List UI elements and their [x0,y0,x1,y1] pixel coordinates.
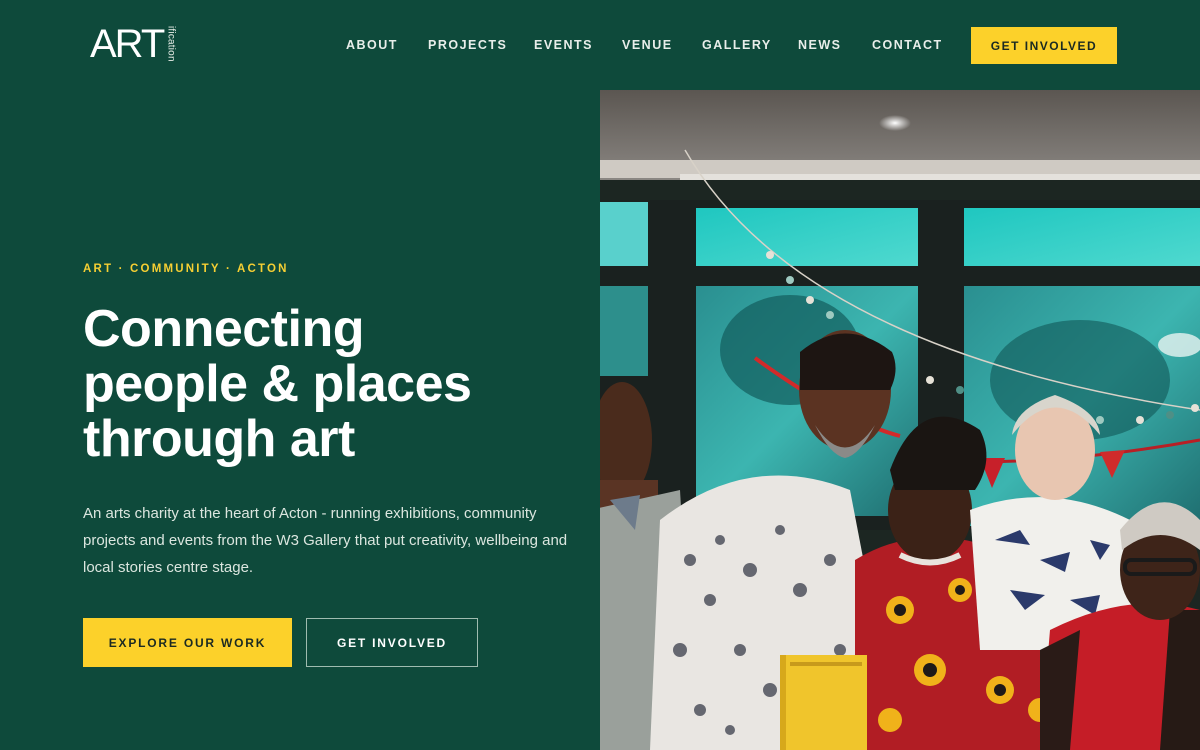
nav-item-about[interactable]: ABOUT [346,38,398,52]
hero-headline-line-3: through art [83,410,355,468]
hero-headline: Connecting people & places through art [83,302,583,467]
nav-item-gallery[interactable]: GALLERY [702,38,772,52]
explore-our-work-button[interactable]: EXPLORE OUR WORK [83,618,292,667]
nav-item-contact[interactable]: CONTACT [872,38,943,52]
logo-vertical-text: ification [165,26,177,62]
site-logo[interactable]: ART ification [90,22,177,66]
hero-photo [600,90,1200,750]
logo-wordmark: ART [90,22,165,66]
nav-item-venue[interactable]: VENUE [622,38,673,52]
community-group-photo [600,90,1200,750]
hero-headline-line-1: Connecting [83,300,364,358]
hero-lead-paragraph: An arts charity at the heart of Acton - … [83,505,568,576]
nav-item-projects[interactable]: PROJECTS [428,38,507,52]
hero-headline-line-2: people & places [83,355,472,413]
hero-get-involved-button[interactable]: GET INVOLVED [306,618,478,667]
nav-item-news[interactable]: NEWS [798,38,842,52]
nav-item-events[interactable]: EVENTS [534,38,593,52]
hero-eyebrow: ART · COMMUNITY · ACTON [83,263,289,275]
explore-our-work-label: EXPLORE OUR WORK [108,635,267,650]
header-get-involved-button[interactable]: GET INVOLVED [971,27,1117,64]
